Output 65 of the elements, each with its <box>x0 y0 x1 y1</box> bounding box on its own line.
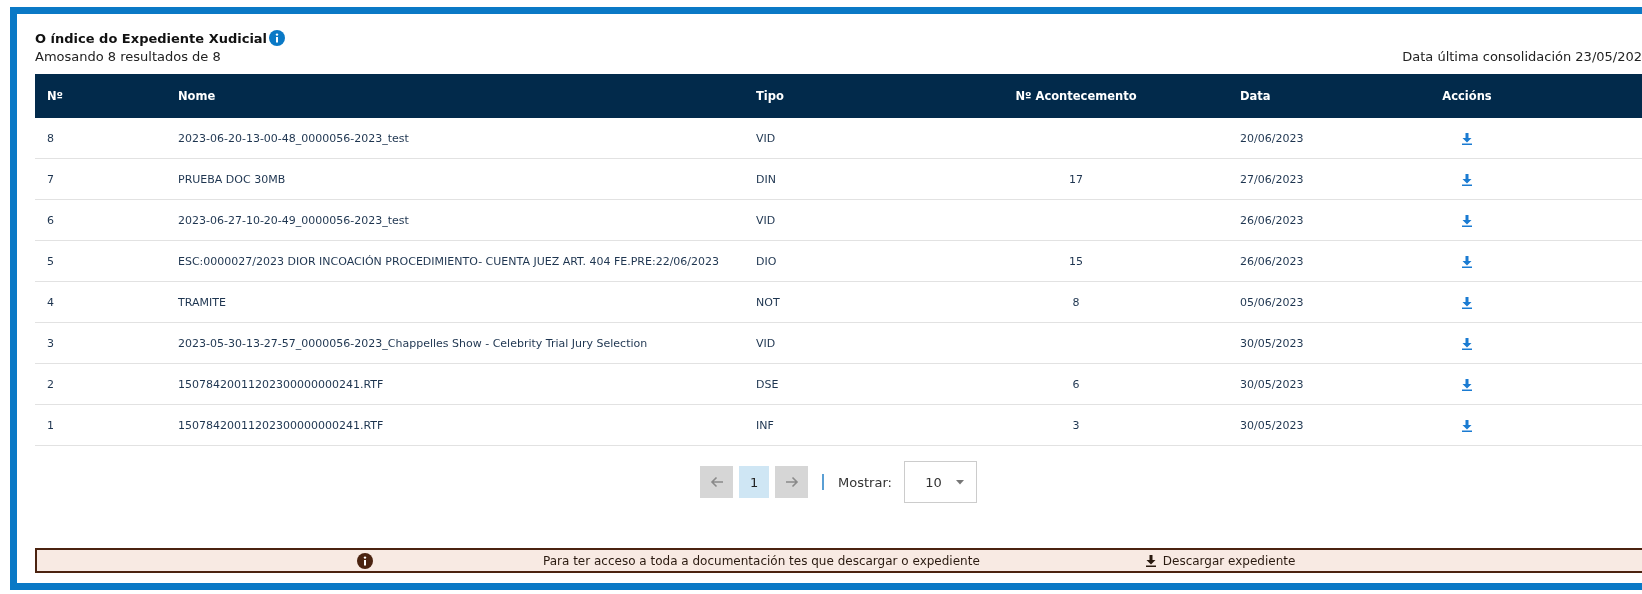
table-cell: INF <box>744 404 924 446</box>
download-icon[interactable] <box>1461 419 1473 432</box>
table-cell: DIN <box>744 158 924 200</box>
table-cell: 2023-06-27-10-20-49_0000056-2023_test <box>166 199 744 241</box>
page-title: O índice do Expediente Xudicial <box>35 30 268 46</box>
page-size-label: Mostrar: <box>838 474 892 490</box>
notice-text: Para ter acceso a toda a documentación tes que descargar o expediente <box>543 553 980 568</box>
table-cell: 4 <box>35 281 166 323</box>
table-cell: 2023-05-30-13-27-57_0000056-2023_Chappelles Show - Celebrity Trial Jury Selection <box>166 322 744 364</box>
page-button[interactable]: 1 <box>739 466 770 498</box>
table-cell: VID <box>744 322 924 364</box>
table-cell: 26/06/2023 <box>1228 199 1408 241</box>
table-cell: 1 <box>35 404 166 446</box>
column-header: Nº Acontecemento <box>1015 89 1137 103</box>
table-cell: 15078420011202300000000241.RTF <box>166 363 744 405</box>
table-cell: DSE <box>744 363 924 405</box>
table-cell: 2023-06-20-13-00-48_0000056-2023_test <box>166 118 744 159</box>
table-cell: 5 <box>35 240 166 282</box>
download-icon[interactable] <box>1461 296 1473 309</box>
info-icon <box>269 30 286 46</box>
table-cell: 2 <box>35 363 166 405</box>
table-cell: VID <box>744 118 924 159</box>
column-header: Data <box>1228 74 1408 118</box>
table-cell: 6 <box>35 199 166 241</box>
column-header: Accións <box>1442 89 1492 103</box>
table-cell: 6 <box>1072 377 1080 391</box>
download-icon[interactable] <box>1461 214 1473 227</box>
consolidation-date: Data última consolidación 23/05/202 <box>1402 49 1642 64</box>
page-size-select[interactable]: 10 <box>903 461 977 503</box>
table-cell: DIO <box>744 240 924 282</box>
table-cell: NOT <box>744 281 924 323</box>
table-cell: 8 <box>35 118 166 159</box>
download-icon[interactable] <box>1461 378 1473 391</box>
table-cell: 27/06/2023 <box>1228 158 1408 200</box>
table-cell: 30/05/2023 <box>1228 322 1408 364</box>
table-cell: 15078420011202300000000241.RTF <box>166 404 744 446</box>
download-file-link[interactable]: Descargar expediente <box>1144 553 1296 568</box>
download-icon[interactable] <box>1461 132 1473 145</box>
column-header: Nome <box>166 74 744 118</box>
table-cell: 15 <box>1069 254 1083 268</box>
table-cell: VID <box>744 199 924 241</box>
download-icon <box>1144 554 1157 567</box>
table-cell: 20/06/2023 <box>1228 118 1408 159</box>
table-cell: 17 <box>1069 172 1083 186</box>
table-cell: 30/05/2023 <box>1228 404 1408 446</box>
left-arrow-icon <box>708 474 725 490</box>
download-icon[interactable] <box>1461 255 1473 268</box>
table-cell: 05/06/2023 <box>1228 281 1408 323</box>
column-header: Nº <box>35 74 166 118</box>
info-icon <box>357 552 373 569</box>
table-cell: 26/06/2023 <box>1228 240 1408 282</box>
table-cell: 3 <box>35 322 166 364</box>
caret-icon <box>955 479 964 485</box>
table-cell: TRAMITE <box>166 281 744 323</box>
results-count: Amosando 8 resultados de 8 <box>35 49 221 64</box>
table-cell: 3 <box>1072 418 1080 432</box>
table-cell: 7 <box>35 158 166 200</box>
download-icon[interactable] <box>1461 337 1473 350</box>
table-cell: PRUEBA DOC 30MB <box>166 158 744 200</box>
table-cell: 30/05/2023 <box>1228 363 1408 405</box>
right-arrow-icon <box>783 474 800 490</box>
table-cell: ESC:0000027/2023 DIOR INCOACIÓN PROCEDIMIENTO- CUENTA JUEZ ART. 404 FE.PRE:22/06/2023 <box>166 240 744 282</box>
download-icon[interactable] <box>1461 173 1473 186</box>
table-cell: 8 <box>1072 295 1080 309</box>
column-header: Tipo <box>744 74 924 118</box>
